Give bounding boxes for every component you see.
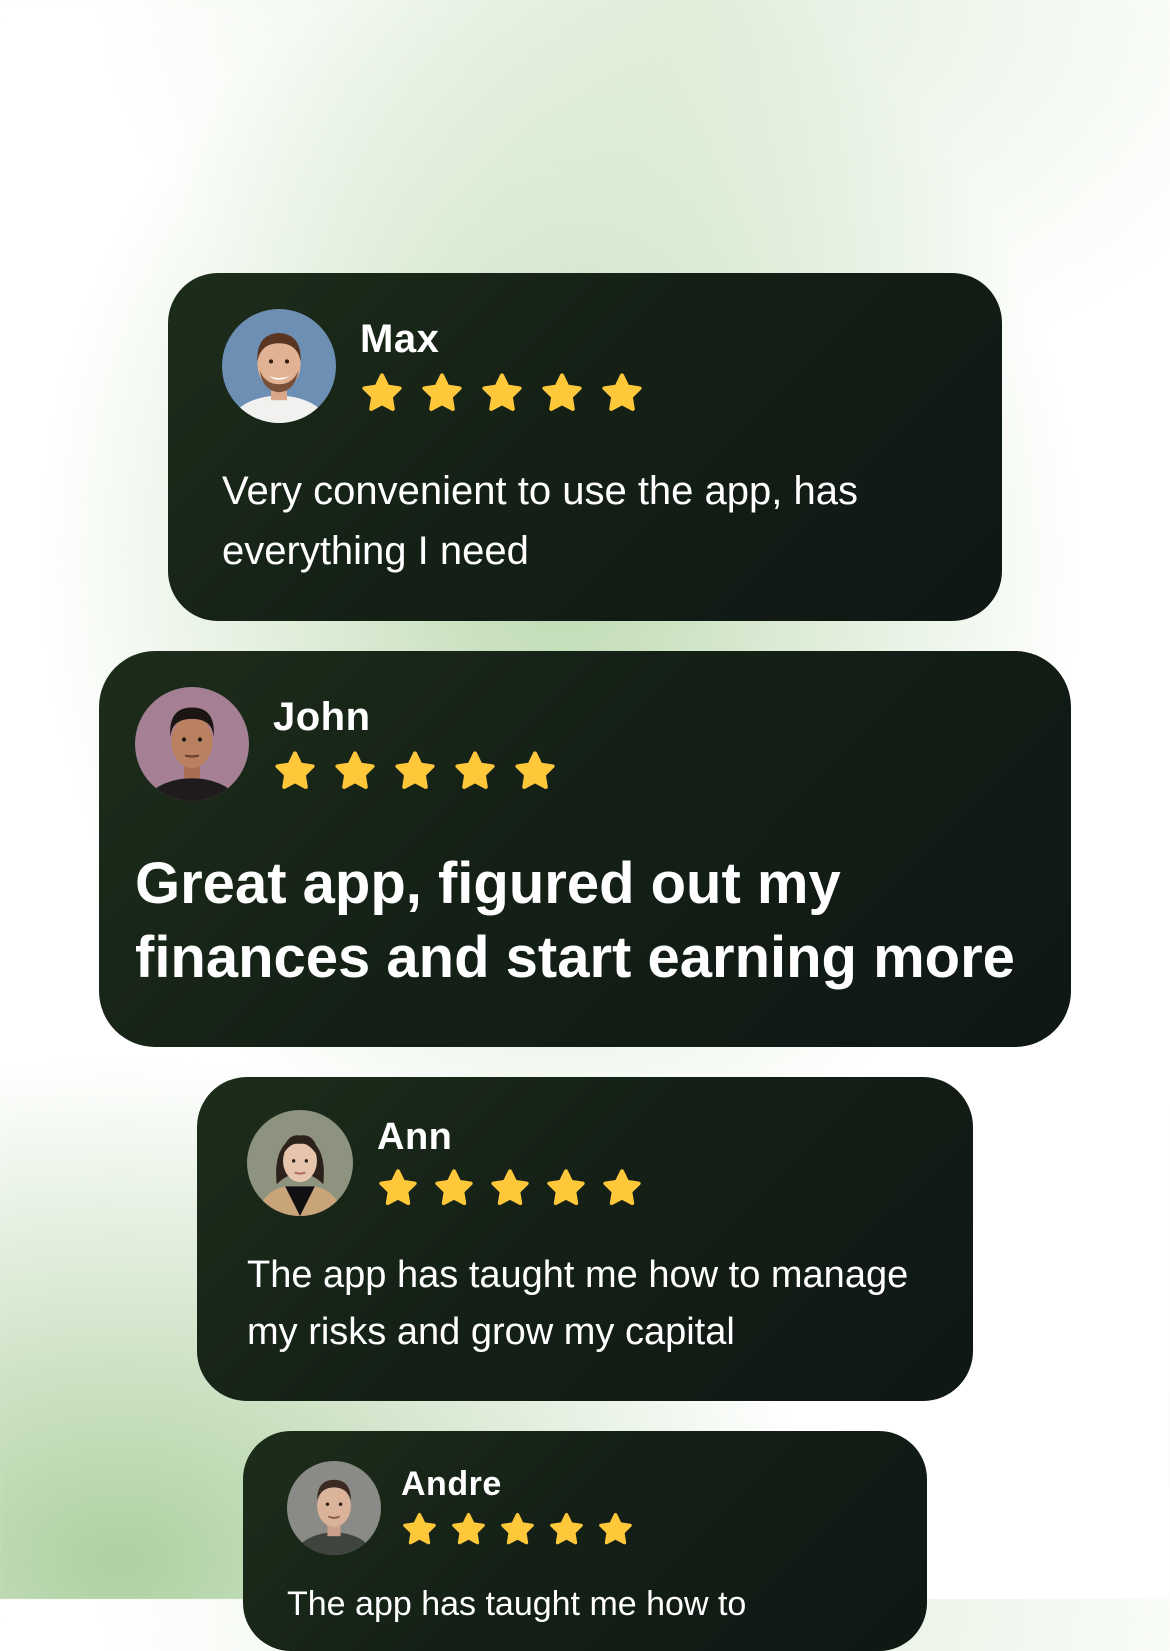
star-icon [433,1167,475,1207]
star-icon [489,1167,531,1207]
star-icon [513,749,557,791]
star-icon [601,1167,643,1207]
star-icon [597,1511,634,1546]
star-icon [401,1511,438,1546]
reviewer-name: Andre [401,1465,502,1503]
reviewer-name: Ann [377,1116,453,1158]
review-text: The app has taught me how to manage my r… [247,1254,909,1353]
star-rating [273,749,557,791]
star-icon [333,749,377,791]
star-icon [600,371,644,413]
review-text: Very convenient to use the app, has ever… [222,469,858,573]
review-card-max: Max Very convenient to use the app, has … [168,273,1002,621]
star-icon [273,749,317,791]
star-rating [377,1167,643,1207]
star-icon [393,749,437,791]
star-icon [548,1511,585,1546]
reviewer-name: Max [360,317,440,361]
star-icon [377,1167,419,1207]
avatar-photo-man-icon [135,687,249,801]
review-card-andre: Andre The app has taught me how to [243,1431,927,1651]
review-text: Great app, figured out my finances and s… [135,851,1015,990]
review-card-john: John Great app, figured out my finances … [99,651,1071,1047]
avatar [247,1110,353,1216]
star-icon [499,1511,536,1546]
review-card-ann: Ann The app has taught me how to manage … [197,1077,973,1401]
avatar-photo-man-smiling-icon [222,309,336,423]
star-icon [545,1167,587,1207]
avatar-photo-man-icon [287,1461,381,1555]
avatar-photo-woman-icon [247,1110,353,1216]
review-text: The app has taught me how to [287,1585,747,1623]
reviewer-name: John [273,695,371,739]
avatar [135,687,249,801]
star-icon [480,371,524,413]
star-icon [540,371,584,413]
star-rating [360,371,644,413]
star-rating [401,1511,634,1546]
star-icon [360,371,404,413]
star-icon [450,1511,487,1546]
star-icon [453,749,497,791]
star-icon [420,371,464,413]
avatar [287,1461,381,1555]
avatar [222,309,336,423]
